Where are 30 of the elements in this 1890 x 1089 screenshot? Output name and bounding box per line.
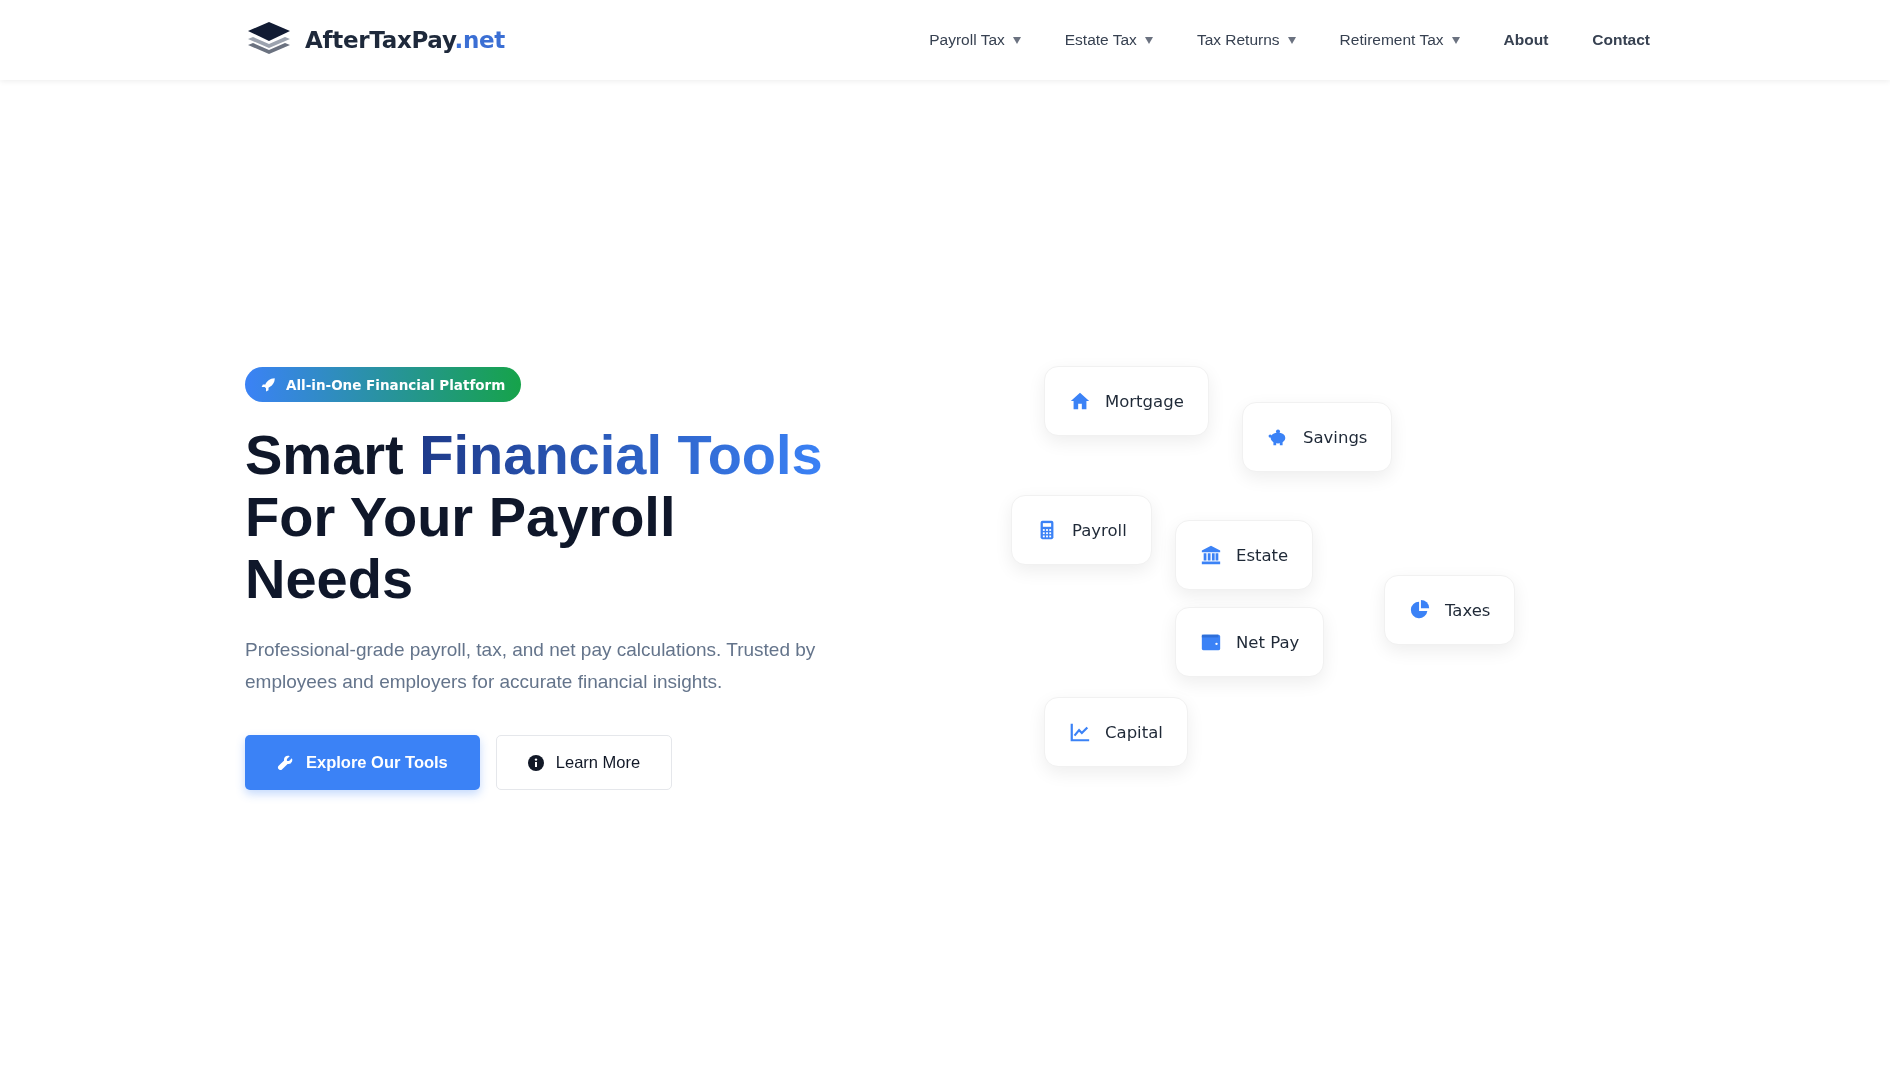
- learn-more-button[interactable]: Learn More: [495, 735, 673, 790]
- tool-card[interactable]: Savings: [1242, 402, 1393, 472]
- tool-card[interactable]: Payroll: [1011, 495, 1152, 565]
- house-icon: [1069, 390, 1091, 412]
- rocket-icon: [261, 377, 276, 392]
- tool-card[interactable]: Capital: [1044, 697, 1188, 767]
- tool-card[interactable]: Net Pay: [1175, 607, 1325, 677]
- platform-badge: All-in-One Financial Platform: [245, 367, 522, 402]
- caret-icon: [1287, 36, 1296, 44]
- line-chart-icon: [1069, 721, 1091, 743]
- nav-link[interactable]: Estate Tax: [1064, 31, 1153, 49]
- caret-icon: [1144, 36, 1153, 44]
- tool-card[interactable]: Mortgage: [1044, 366, 1209, 436]
- nav-link[interactable]: Payroll Tax: [929, 31, 1021, 49]
- caret-icon: [1012, 36, 1021, 44]
- info-icon: [527, 754, 544, 771]
- nav-link[interactable]: About: [1503, 31, 1549, 49]
- brand-logo-text[interactable]: AfterTaxPay.net: [305, 27, 505, 53]
- hero-description: Professional-grade payroll, tax, and net pay calculations. Trusted by employees and employers for accurate financial insights.: [245, 638, 817, 694]
- hero-heading: Smart Financial Tools For Your Payroll Needs: [245, 424, 824, 610]
- explore-tools-button[interactable]: Explore Our Tools: [245, 735, 480, 790]
- tool-card[interactable]: Taxes: [1384, 575, 1516, 645]
- wrench-icon: [277, 754, 294, 771]
- pie-chart-icon: [1409, 599, 1431, 621]
- nav-link[interactable]: Tax Returns: [1196, 31, 1296, 49]
- caret-icon: [1451, 36, 1460, 44]
- nav-link[interactable]: Retirement Tax: [1339, 31, 1460, 49]
- bank-building-icon: [1200, 544, 1222, 566]
- nav-link[interactable]: Contact: [1592, 31, 1650, 49]
- tool-card[interactable]: Estate: [1175, 520, 1314, 590]
